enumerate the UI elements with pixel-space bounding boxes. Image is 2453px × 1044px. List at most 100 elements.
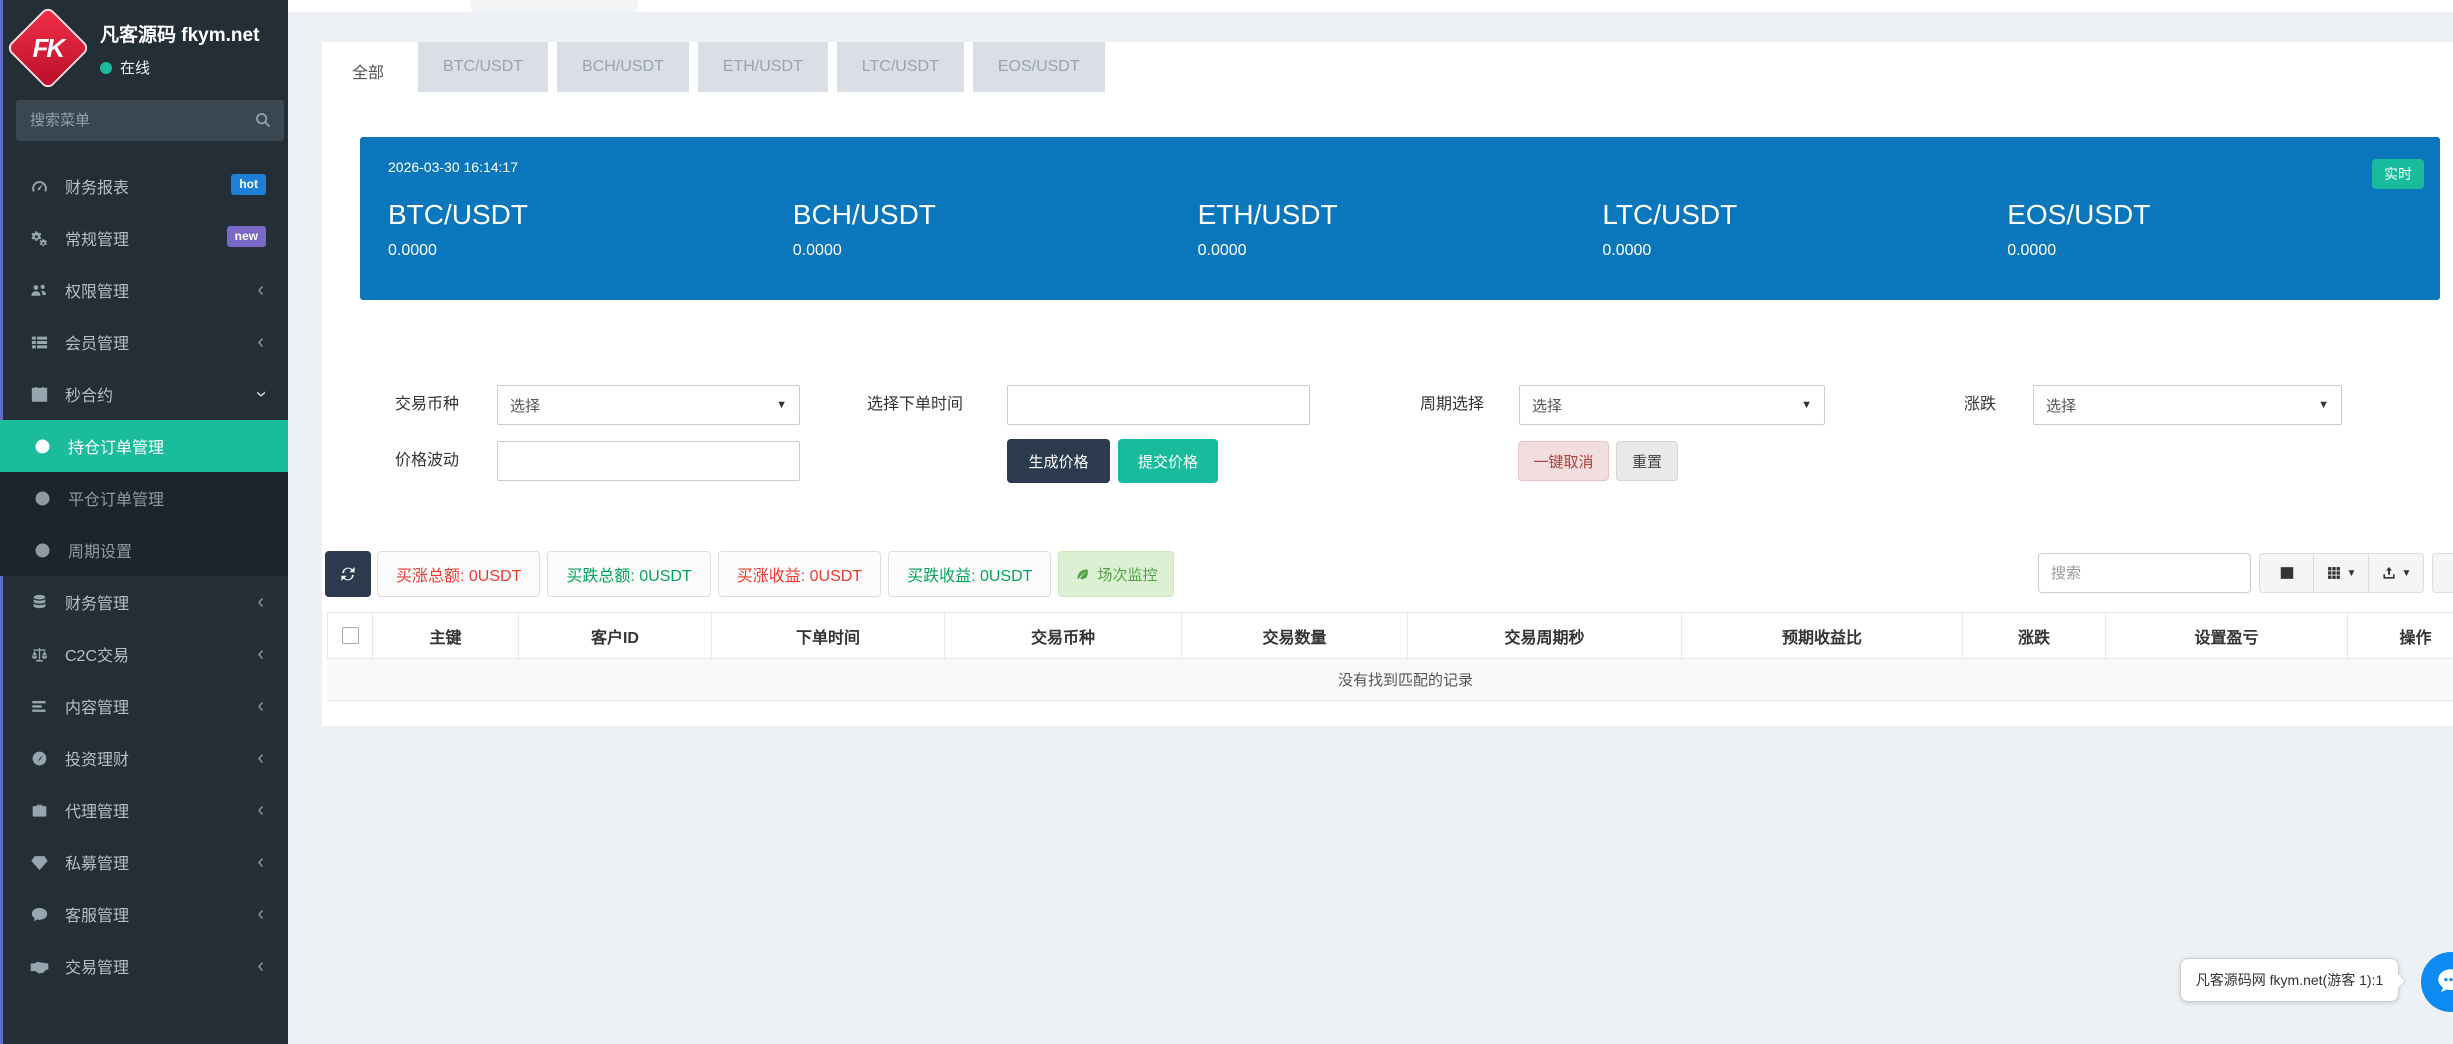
tab-BCH/USDT[interactable]: BCH/USDT xyxy=(557,42,689,92)
ticker-timestamp: 2026-03-30 16:14:17 xyxy=(388,159,518,175)
columns-button[interactable]: ▼ xyxy=(2314,553,2369,593)
sidebar-item-label: 会员管理 xyxy=(65,336,130,353)
briefcase-icon xyxy=(30,801,52,820)
sidebar-item-客服管理[interactable]: 客服管理 ‹ xyxy=(0,888,288,940)
stat-button-买跌收益[interactable]: 买跌收益: 0USDT xyxy=(888,551,1052,597)
sidebar-item-会员管理[interactable]: 会员管理 ‹ xyxy=(0,316,288,368)
table-search-input[interactable] xyxy=(2038,553,2251,593)
stat-button-买涨总额[interactable]: 买涨总额: 0USDT xyxy=(377,551,541,597)
new-badge: new xyxy=(226,226,266,247)
gem-icon xyxy=(30,853,52,872)
refresh-button[interactable] xyxy=(325,551,371,597)
select-all-header-cell xyxy=(327,613,373,659)
sidebar-item-label: 持仓订单管理 xyxy=(68,440,165,457)
sidebar-item-label: 交易管理 xyxy=(65,960,130,977)
price-wave-input[interactable] xyxy=(498,442,799,480)
users-icon xyxy=(30,281,52,300)
tab-全部[interactable]: 全部 xyxy=(327,42,410,100)
order-time-input[interactable] xyxy=(1008,386,1309,424)
chevron-left-icon: ‹ xyxy=(257,903,264,925)
screen: FK 凡客源码 fkym.net 在线 财务报表hot常规管理new权限管理‹会… xyxy=(0,0,2453,1044)
column-header-预期收益比: 预期收益比 xyxy=(1682,613,1963,659)
sidebar-item-平仓订单管理[interactable]: 平仓订单管理 xyxy=(0,472,288,524)
ticker-pairs: BTC/USDT 0.0000 BCH/USDT 0.0000 ETH/USDT 0.00… xyxy=(388,199,2412,260)
sidebar-item-持仓订单管理[interactable]: 持仓订单管理 xyxy=(0,420,288,472)
sidebar-item-交易管理[interactable]: 交易管理 ‹ xyxy=(0,940,288,992)
table-header-row: 主键 客户ID 下单时间 交易币种 交易数量 交易周期秒 预期收益比 涨跌 设置盈亏 操作 xyxy=(327,612,2453,659)
column-header-交易币种: 交易币种 xyxy=(945,613,1182,659)
caret-down-icon: ▼ xyxy=(1801,399,1812,411)
reset-button[interactable]: 重置 xyxy=(1616,441,1678,481)
ticker-pair-BCH/USDT: BCH/USDT 0.0000 xyxy=(793,199,1198,260)
period-filter-select[interactable]: 选择 ▼ xyxy=(1519,385,1825,425)
stat-button-买涨收益[interactable]: 买涨收益: 0USDT xyxy=(717,551,882,597)
period-filter-value: 选择 xyxy=(1532,397,1563,415)
sidebar-item-label: 财务管理 xyxy=(65,596,130,613)
chat-launcher-button[interactable] xyxy=(2421,952,2453,1012)
column-header-客户ID: 客户ID xyxy=(519,613,712,659)
sidebar-item-C2C交易[interactable]: C2C交易 ‹ xyxy=(0,628,288,680)
chevron-left-icon: ‹ xyxy=(257,955,264,977)
sidebar-item-label: 私募管理 xyxy=(65,856,130,873)
sidebar-item-投资理财[interactable]: 投资理财 ‹ xyxy=(0,732,288,784)
tab-EOS/USDT[interactable]: EOS/USDT xyxy=(972,42,1105,92)
tab-LTC/USDT[interactable]: LTC/USDT xyxy=(836,42,964,92)
chevron-down-icon: ‹ xyxy=(249,390,272,398)
detail-view-icon xyxy=(2280,567,2293,579)
coin-filter-label: 交易币种 xyxy=(395,396,460,413)
sidebar-item-周期设置[interactable]: 周期设置 xyxy=(0,524,288,576)
stat-button-买跌总额[interactable]: 买跌总额: 0USDT xyxy=(547,551,711,597)
handshake-icon xyxy=(30,957,52,976)
th-list-icon xyxy=(30,333,52,352)
toggle-view-button[interactable] xyxy=(2259,553,2314,593)
order-time-field xyxy=(1007,385,1310,425)
comment-icon xyxy=(30,905,52,924)
online-status: 在线 xyxy=(100,57,259,78)
sidebar-item-私募管理[interactable]: 私募管理 ‹ xyxy=(0,836,288,888)
sidebar-item-代理管理[interactable]: 代理管理 ‹ xyxy=(0,784,288,836)
chevron-left-icon: ‹ xyxy=(257,591,264,613)
ticker-pair-BTC/USDT: BTC/USDT 0.0000 xyxy=(388,199,793,260)
sidebar-item-财务管理[interactable]: 财务管理 ‹ xyxy=(0,576,288,628)
table-refresh-button[interactable] xyxy=(2432,553,2453,593)
circle-icon xyxy=(33,541,55,560)
tachometer-icon xyxy=(30,177,52,196)
chevron-left-icon: ‹ xyxy=(257,799,264,821)
sidebar-item-财务报表[interactable]: 财务报表 hot xyxy=(0,160,288,212)
caret-down-icon: ▼ xyxy=(2346,567,2357,579)
export-button[interactable]: ▼ xyxy=(2369,553,2424,593)
sidebar-item-常规管理[interactable]: 常规管理 new xyxy=(0,212,288,264)
trend-filter-select[interactable]: 选择 ▼ xyxy=(2033,385,2342,425)
select-all-checkbox[interactable] xyxy=(341,627,359,644)
tab-ETH/USDT[interactable]: ETH/USDT xyxy=(697,42,828,92)
calendar-times-icon xyxy=(30,385,52,404)
menu-search-input[interactable] xyxy=(16,100,284,141)
sidebar-item-label: 代理管理 xyxy=(65,804,130,821)
generate-price-button[interactable]: 生成价格 xyxy=(1007,439,1110,483)
brand-logo-text: FK xyxy=(32,32,64,63)
session-monitor-button[interactable]: 场次监控 xyxy=(1058,551,1175,597)
sidebar-item-label: 平仓订单管理 xyxy=(68,492,165,509)
pair-name: LTC/USDT xyxy=(1602,199,1738,230)
chevron-left-icon: ‹ xyxy=(257,643,264,665)
submit-price-button[interactable]: 提交价格 xyxy=(1118,439,1218,483)
balance-icon xyxy=(30,645,52,664)
coin-filter-value: 选择 xyxy=(510,397,541,415)
pair-price: 0.0000 xyxy=(792,242,842,259)
compass-icon xyxy=(30,749,52,768)
sidebar-item-权限管理[interactable]: 权限管理 ‹ xyxy=(0,264,288,316)
ticker-pair-ETH/USDT: ETH/USDT 0.0000 xyxy=(1198,199,1603,260)
align-left-icon xyxy=(30,697,52,716)
sidebar-item-内容管理[interactable]: 内容管理 ‹ xyxy=(0,680,288,732)
online-dot-icon xyxy=(100,61,112,74)
tab-BTC/USDT[interactable]: BTC/USDT xyxy=(418,42,549,92)
menu-search xyxy=(16,100,284,141)
cancel-all-button[interactable]: 一键取消 xyxy=(1518,441,1609,481)
column-header-设置盈亏: 设置盈亏 xyxy=(2106,613,2348,659)
top-notch xyxy=(470,0,638,12)
sidebar-item-label: 客服管理 xyxy=(65,908,130,925)
sidebar-item-秒合约[interactable]: 秒合约 ‹ xyxy=(0,368,288,420)
leaf-icon xyxy=(1075,567,1090,582)
coin-filter-select[interactable]: 选择 ▼ xyxy=(497,385,800,425)
pair-name: EOS/USDT xyxy=(2007,199,2151,230)
